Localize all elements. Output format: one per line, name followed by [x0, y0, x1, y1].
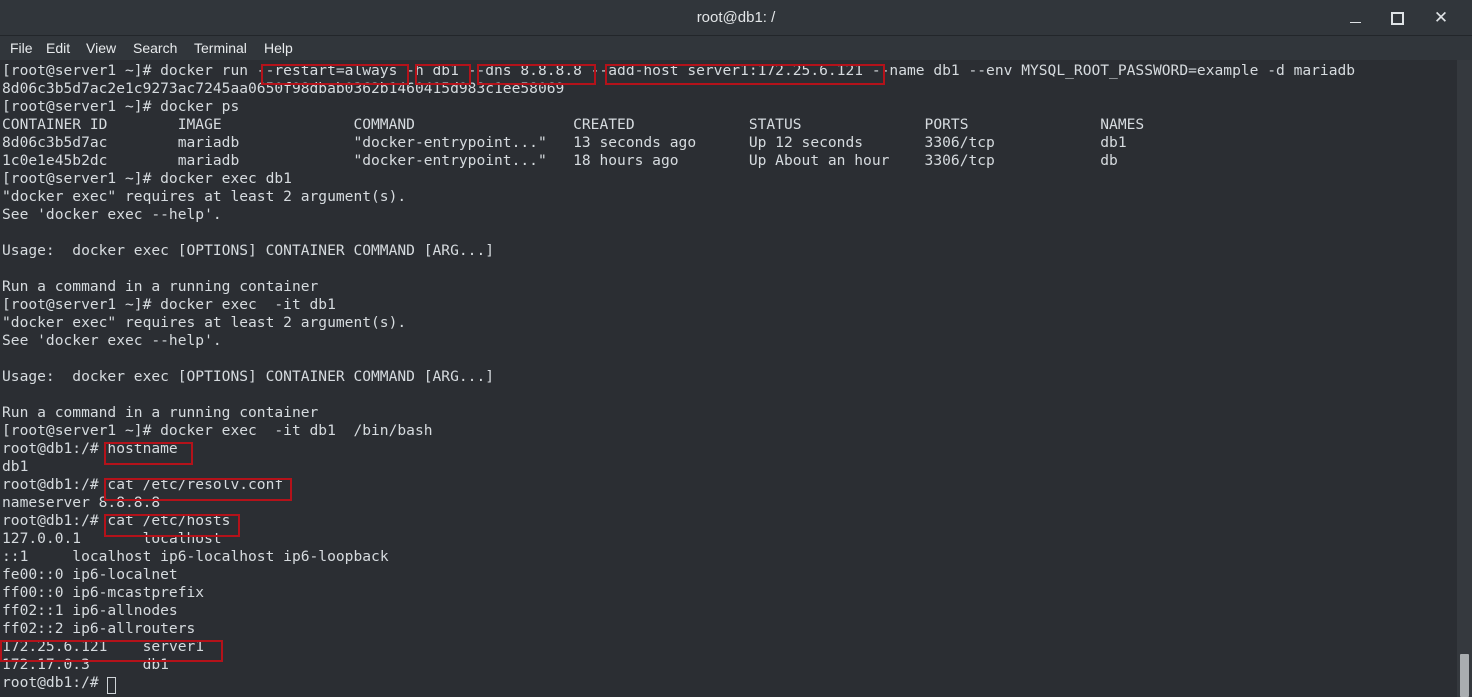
scrollbar-thumb[interactable]: [1460, 654, 1469, 697]
terminal-line: 1c0e1e45b2dc mariadb "docker-entrypoint.…: [2, 152, 1118, 169]
menu-item-edit[interactable]: Edit: [46, 36, 70, 60]
maximize-button[interactable]: [1376, 0, 1418, 35]
terminal-line: 172.17.0.3 db1: [2, 656, 169, 673]
terminal-line: ff02::1 ip6-allnodes: [2, 602, 178, 619]
terminal-line: [root@server1 ~]# docker exec db1: [2, 170, 292, 187]
minimize-icon: [1349, 21, 1361, 23]
terminal-cursor: [107, 677, 116, 694]
terminal-line: ff02::2 ip6-allrouters: [2, 620, 196, 637]
terminal-line: See 'docker exec --help'.: [2, 206, 222, 223]
menu-item-terminal[interactable]: Terminal: [194, 36, 247, 60]
terminal-line: root@db1:/#: [2, 674, 108, 691]
menu-item-file[interactable]: File: [10, 36, 33, 60]
window-titlebar: root@db1: / ✕: [0, 0, 1472, 36]
minimize-button[interactable]: [1334, 0, 1376, 35]
terminal-line: nameserver 8.8.8.8: [2, 494, 161, 511]
terminal-line: root@db1:/# cat /etc/resolv.conf: [2, 476, 284, 493]
terminal-scrollbar[interactable]: [1457, 60, 1472, 697]
terminal-line: ::1 localhost ip6-localhost ip6-loopback: [2, 548, 389, 565]
terminal-line: "docker exec" requires at least 2 argume…: [2, 188, 407, 205]
terminal-line: 172.25.6.121 server1: [2, 638, 205, 655]
menu-item-view[interactable]: View: [86, 36, 116, 60]
terminal-line: fe00::0 ip6-localnet: [2, 566, 178, 583]
menu-item-help[interactable]: Help: [264, 36, 293, 60]
terminal-line: CONTAINER ID IMAGE COMMAND CREATED STATU…: [2, 116, 1145, 133]
menu-item-search[interactable]: Search: [133, 36, 177, 60]
terminal-line: root@db1:/# cat /etc/hosts: [2, 512, 231, 529]
terminal-line: See 'docker exec --help'.: [2, 332, 222, 349]
maximize-icon: [1390, 11, 1404, 25]
terminal-line: 8d06c3b5d7ac2e1c9273ac7245aa0650f98dbab0…: [2, 80, 565, 97]
terminal-line: 127.0.0.1 localhost: [2, 530, 222, 547]
window-title: root@db1: /: [696, 9, 776, 26]
terminal-line: root@db1:/# hostname: [2, 440, 178, 457]
terminal-line: Usage: docker exec [OPTIONS] CONTAINER C…: [2, 242, 495, 259]
close-button[interactable]: ✕: [1420, 0, 1462, 35]
terminal-line: [root@server1 ~]# docker exec -it db1: [2, 296, 336, 313]
terminal-line: db1: [2, 458, 29, 475]
terminal-line: Run a command in a running container: [2, 278, 319, 295]
menubar: File Edit View Search Terminal Help: [0, 36, 1472, 60]
terminal-line: "docker exec" requires at least 2 argume…: [2, 314, 407, 331]
terminal-output: [root@server1 ~]# docker run --restart=a…: [2, 60, 1452, 697]
terminal-line: 8d06c3b5d7ac mariadb "docker-entrypoint.…: [2, 134, 1127, 151]
terminal-line: Usage: docker exec [OPTIONS] CONTAINER C…: [2, 368, 495, 385]
terminal-line: Run a command in a running container: [2, 404, 319, 421]
terminal-line: [root@server1 ~]# docker exec -it db1 /b…: [2, 422, 433, 439]
terminal-line: ff00::0 ip6-mcastprefix: [2, 584, 205, 601]
terminal-screen[interactable]: [root@server1 ~]# docker run --restart=a…: [0, 60, 1472, 697]
terminal-line: [root@server1 ~]# docker run --restart=a…: [2, 62, 1356, 79]
terminal-line: [root@server1 ~]# docker ps: [2, 98, 240, 115]
